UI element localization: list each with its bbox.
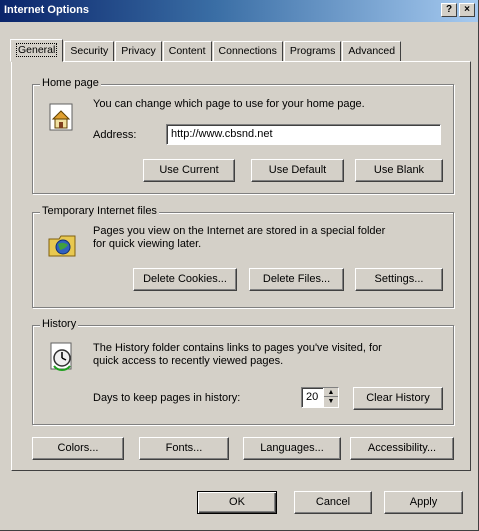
history-description-line1: The History folder contains links to pag… <box>93 342 382 354</box>
title-bar[interactable]: Internet Options ? × <box>0 0 478 22</box>
use-blank-button[interactable]: Use Blank <box>355 159 443 182</box>
temp-files-description-line1: Pages you view on the Internet are store… <box>93 225 386 237</box>
tab-general[interactable]: General <box>10 39 64 62</box>
tab-content[interactable]: Content <box>162 41 212 61</box>
cancel-button[interactable]: Cancel <box>294 491 372 514</box>
history-description-line2: quick access to recently viewed pages. <box>93 355 284 367</box>
days-to-keep-label: Days to keep pages in history: <box>93 392 241 404</box>
window-title: Internet Options <box>4 4 89 16</box>
days-to-keep-input[interactable]: 20 ▲ ▼ <box>301 387 339 408</box>
home-page-address-input[interactable]: http://www.cbsnd.net <box>166 124 441 145</box>
delete-files-button[interactable]: Delete Files... <box>249 268 344 291</box>
home-page-description: You can change which page to use for you… <box>93 98 365 110</box>
days-spinner[interactable]: ▲ ▼ <box>323 388 338 407</box>
apply-button[interactable]: Apply <box>384 491 463 514</box>
accessibility-button[interactable]: Accessibility... <box>350 437 454 460</box>
days-to-keep-value: 20 <box>306 391 319 403</box>
history-group: History The History folder contains link… <box>32 318 454 425</box>
internet-options-dialog: Internet Options ? × General Security Pr… <box>0 0 479 531</box>
general-tab-panel: Home page You can change which page to u… <box>11 61 471 471</box>
home-page-group: Home page You can change which page to u… <box>32 77 454 194</box>
clear-history-button[interactable]: Clear History <box>353 387 443 410</box>
home-page-icon <box>49 103 73 131</box>
colors-button[interactable]: Colors... <box>32 437 124 460</box>
tab-strip: General Security Privacy Content Connect… <box>10 37 402 62</box>
spin-down-icon[interactable]: ▼ <box>324 397 338 406</box>
close-button[interactable]: × <box>459 3 475 17</box>
home-page-group-title: Home page <box>40 77 101 89</box>
temporary-files-group-title: Temporary Internet files <box>40 205 159 217</box>
languages-button[interactable]: Languages... <box>243 437 341 460</box>
tab-privacy[interactable]: Privacy <box>115 41 162 61</box>
tab-security[interactable]: Security <box>64 41 115 61</box>
settings-button[interactable]: Settings... <box>355 268 443 291</box>
history-group-title: History <box>40 318 79 330</box>
fonts-button[interactable]: Fonts... <box>139 437 229 460</box>
delete-cookies-button[interactable]: Delete Cookies... <box>133 268 237 291</box>
ok-button[interactable]: OK <box>197 491 277 514</box>
spin-up-icon[interactable]: ▲ <box>324 388 338 397</box>
use-default-button[interactable]: Use Default <box>251 159 344 182</box>
help-button[interactable]: ? <box>441 3 457 17</box>
use-current-button[interactable]: Use Current <box>143 159 235 182</box>
tab-advanced[interactable]: Advanced <box>342 41 402 61</box>
tab-label: General <box>16 43 58 57</box>
temporary-internet-files-group: Temporary Internet files Pages you view … <box>32 205 454 308</box>
address-label: Address: <box>93 129 137 141</box>
tab-connections[interactable]: Connections <box>212 41 283 61</box>
folder-globe-icon <box>48 235 76 257</box>
history-icon <box>50 342 72 371</box>
tab-programs[interactable]: Programs <box>283 41 342 61</box>
temp-files-description-line2: for quick viewing later. <box>93 238 202 250</box>
